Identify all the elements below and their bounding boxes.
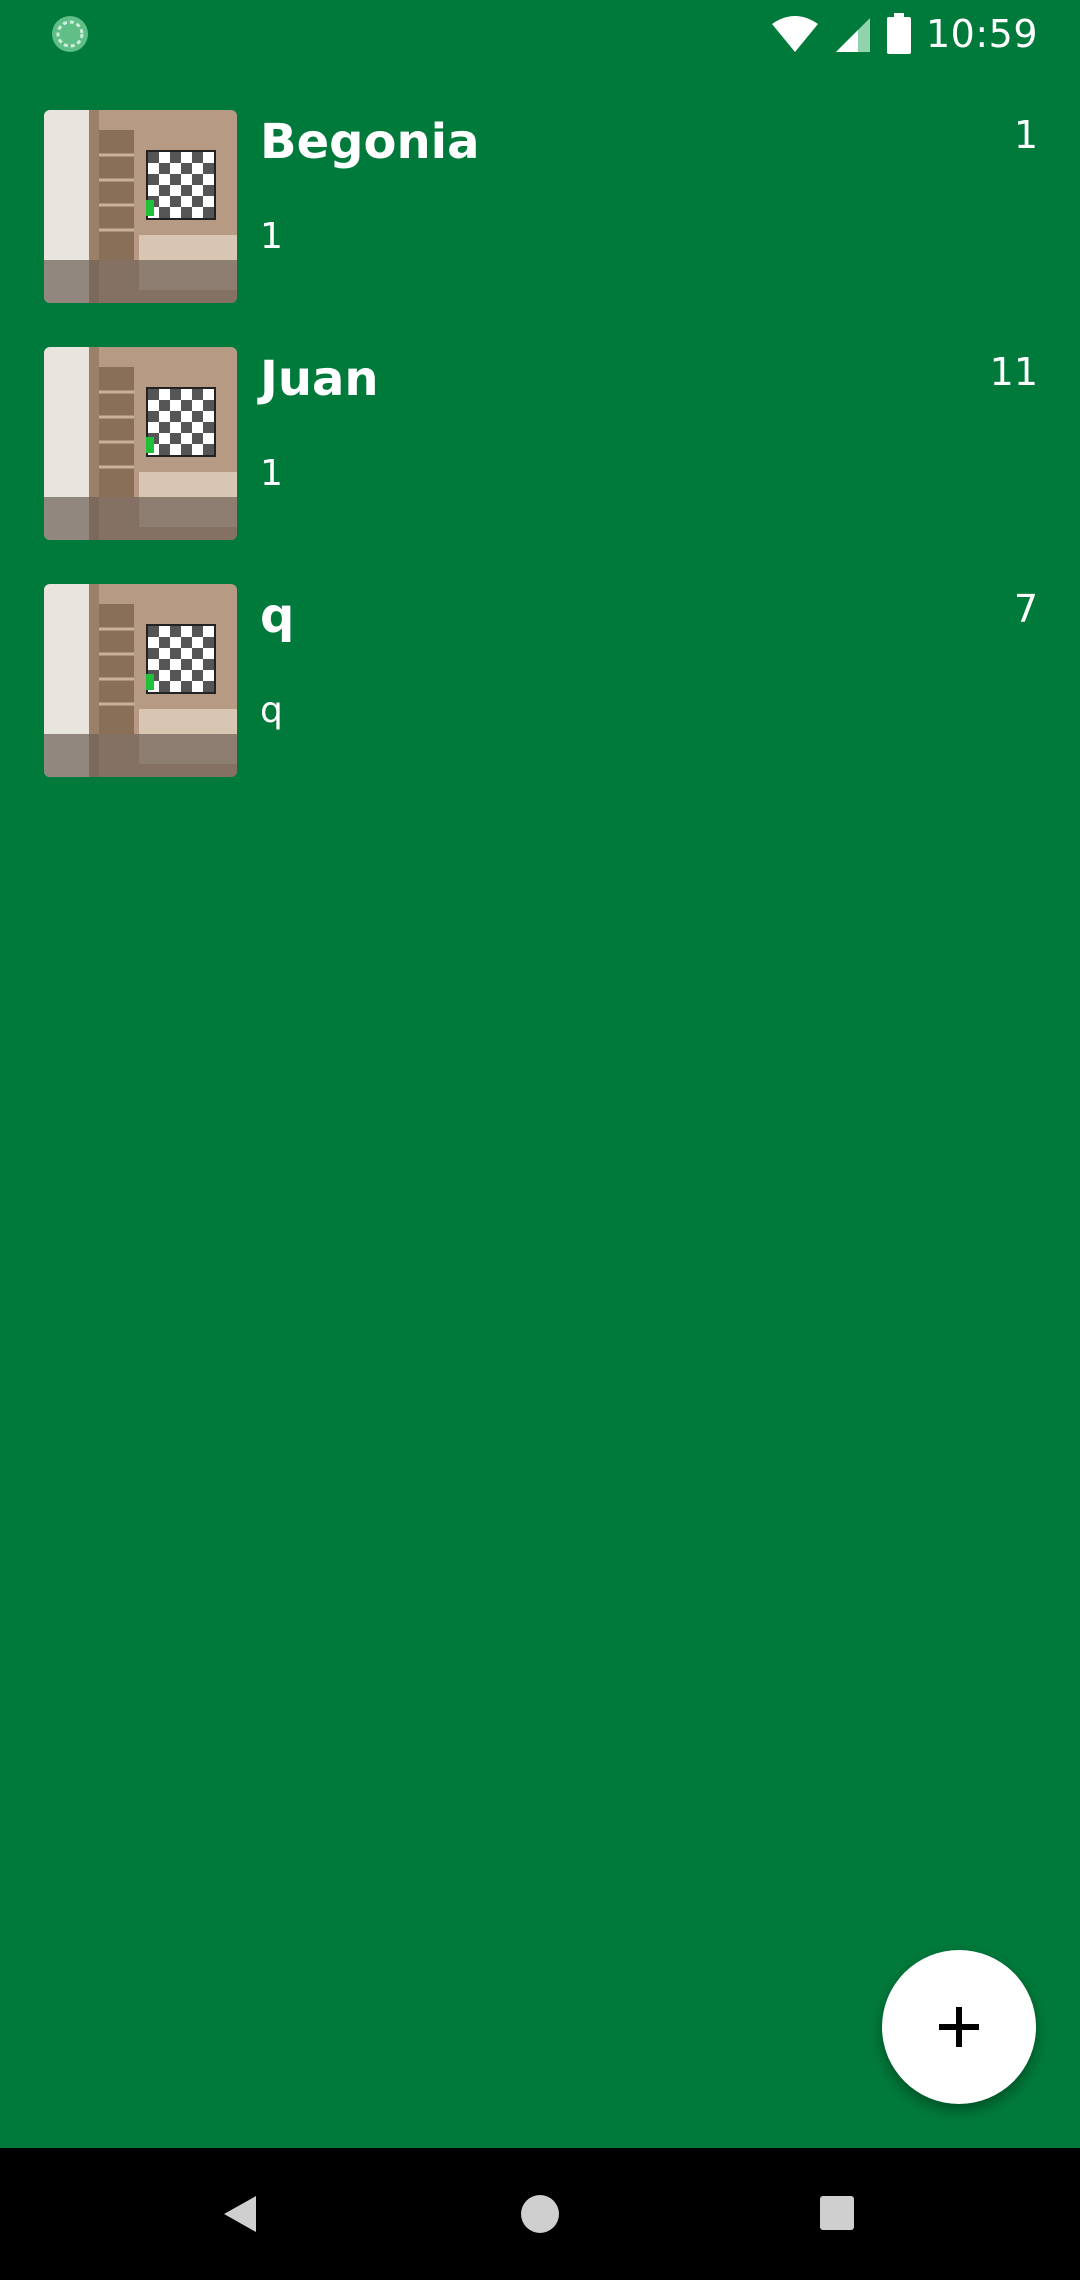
list-item[interactable]: Begonia 1 1 (0, 110, 1080, 347)
item-count: 1 (1013, 113, 1038, 157)
loading-icon (52, 16, 88, 52)
home-icon[interactable] (521, 2195, 559, 2233)
room-image (44, 347, 237, 540)
item-subtitle: q (260, 690, 283, 731)
item-title: Begonia (260, 114, 480, 170)
status-bar: 10:59 (0, 0, 1080, 66)
status-icons: 10:59 (770, 10, 1038, 58)
status-time: 10:59 (925, 12, 1038, 56)
battery-icon (886, 13, 911, 54)
add-button[interactable] (882, 1950, 1036, 2104)
item-subtitle: 1 (260, 216, 283, 257)
back-icon[interactable] (222, 2194, 258, 2234)
item-subtitle: 1 (260, 453, 283, 494)
item-title: q (260, 588, 295, 644)
list-item[interactable]: q q 7 (0, 584, 1080, 821)
navigation-bar (0, 2148, 1080, 2280)
recents-icon[interactable] (820, 2196, 854, 2230)
room-image (44, 110, 237, 303)
item-count: 11 (989, 350, 1038, 394)
room-image (44, 584, 237, 777)
item-title: Juan (260, 351, 379, 407)
signal-icon (835, 18, 870, 52)
item-count: 7 (1013, 587, 1038, 631)
plus-icon (939, 2007, 979, 2047)
wifi-icon (771, 16, 818, 52)
list-item[interactable]: Juan 1 11 (0, 347, 1080, 584)
